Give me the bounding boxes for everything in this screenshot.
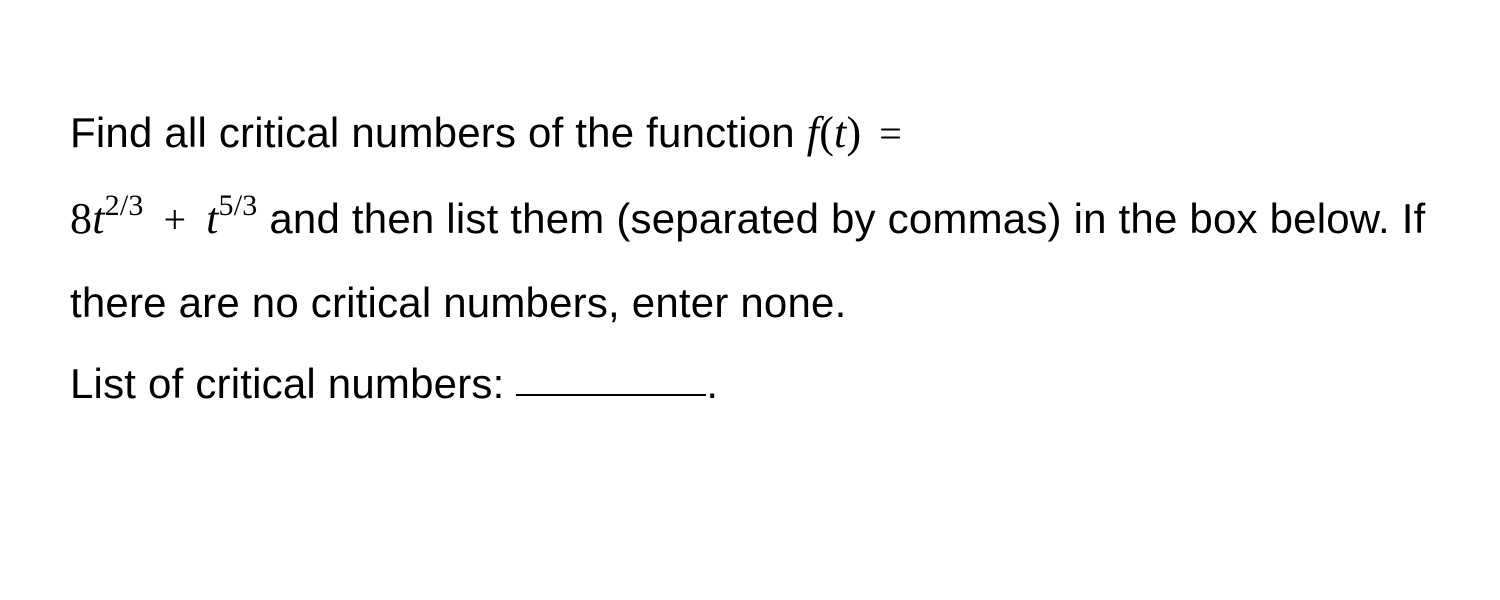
problem-statement: Find all critical numbers of the functio… xyxy=(70,90,1430,425)
term-1-exponent: 2/3 xyxy=(105,189,144,222)
problem-intro-text: Find all critical numbers of the functio… xyxy=(70,109,807,156)
paren-open: ( xyxy=(819,108,834,157)
term-2-base: t xyxy=(206,194,218,243)
function-variable-t: t xyxy=(834,108,846,157)
term-2: t5/3 xyxy=(206,176,257,262)
problem-body-text: and then list them (separated by commas)… xyxy=(70,195,1425,326)
function-expression: 8t2/3 + t5/3 xyxy=(70,195,269,242)
term-2-exponent: 5/3 xyxy=(219,189,258,222)
function-definition: f(t) = xyxy=(807,109,908,156)
term-1: 8t2/3 xyxy=(70,176,144,262)
answer-suffix: . xyxy=(706,360,718,407)
function-name-f: f xyxy=(807,108,819,157)
plus-sign: + xyxy=(163,197,186,242)
term-1-base: t xyxy=(92,194,104,243)
answer-blank-input[interactable] xyxy=(516,354,706,396)
answer-prompt-label: List of critical numbers: xyxy=(70,360,516,407)
equals-sign: = xyxy=(879,111,902,156)
term-1-coefficient: 8 xyxy=(70,194,92,243)
paren-close: ) xyxy=(846,108,861,157)
